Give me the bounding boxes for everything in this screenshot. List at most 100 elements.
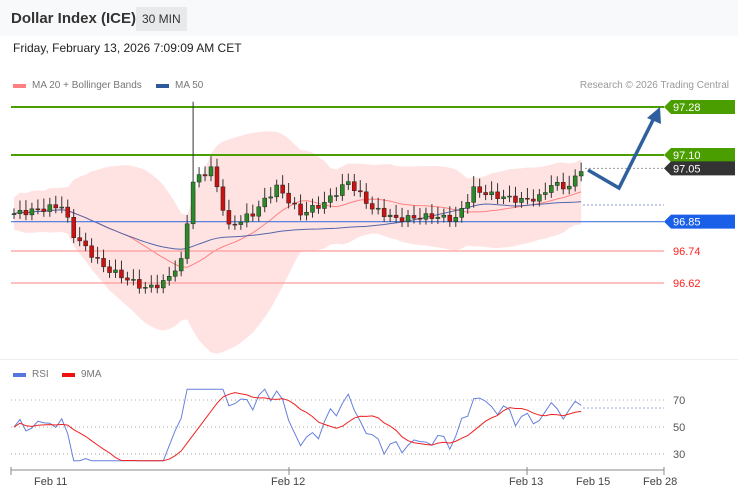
candle-body xyxy=(256,206,262,217)
candle-body xyxy=(453,217,459,222)
candle-body xyxy=(202,174,208,177)
candle-body xyxy=(292,202,297,205)
candle-body xyxy=(537,194,542,202)
candle-body xyxy=(101,258,106,268)
candle-body xyxy=(358,190,363,193)
candle-body xyxy=(250,213,256,217)
candle-body xyxy=(29,208,35,216)
candle-body xyxy=(578,171,584,177)
candle-body xyxy=(262,197,267,208)
candle-body xyxy=(566,185,572,190)
candle-body xyxy=(11,213,17,215)
candle-body xyxy=(572,175,578,187)
candle-body xyxy=(381,207,387,217)
candle-body xyxy=(322,202,327,209)
candle-body xyxy=(465,202,470,209)
level-label: 96.74 xyxy=(673,246,701,258)
candle-body xyxy=(190,181,196,225)
x-tick: Feb 12 xyxy=(271,476,306,488)
candle-body xyxy=(214,166,220,188)
candle-body xyxy=(405,215,411,222)
candle-body xyxy=(238,221,244,225)
candle-body xyxy=(501,196,506,199)
candle-body xyxy=(304,212,309,216)
candle-body xyxy=(417,217,423,220)
rsi-tick: 70 xyxy=(673,395,685,407)
candle-body xyxy=(41,208,47,212)
candle-body xyxy=(286,192,291,204)
level-label: 96.85 xyxy=(673,217,701,229)
candle-body xyxy=(423,213,429,220)
candle-body xyxy=(220,186,226,211)
candle-body xyxy=(113,269,118,273)
candle-body xyxy=(560,182,566,190)
candle-body xyxy=(17,210,23,214)
candle-body xyxy=(387,214,393,217)
candle-body xyxy=(23,210,29,216)
candle-body xyxy=(346,181,351,185)
candle-body xyxy=(226,210,232,225)
candle-body xyxy=(513,195,518,203)
x-tick: Feb 13 xyxy=(509,476,544,488)
candle-body xyxy=(375,207,381,210)
candle-body xyxy=(393,214,399,218)
candle-body xyxy=(328,195,333,203)
candle-body xyxy=(531,198,536,202)
candle-body xyxy=(274,184,279,198)
level-label: 96.62 xyxy=(673,278,701,290)
x-tick: Feb 11 xyxy=(34,476,68,488)
candle-body xyxy=(184,223,190,259)
candle-body xyxy=(83,240,88,247)
x-tick: Feb 28 xyxy=(643,476,678,488)
level-label: 97.10 xyxy=(673,150,701,162)
candle-body xyxy=(125,277,130,281)
candle-body xyxy=(340,184,345,196)
candle-body xyxy=(519,197,524,203)
candle-body xyxy=(244,213,250,223)
candle-body xyxy=(137,279,142,289)
candle-body xyxy=(47,204,53,212)
candle-body xyxy=(477,186,482,193)
candle-body xyxy=(310,205,315,213)
candle-body xyxy=(435,216,441,219)
candle-body xyxy=(459,208,464,218)
candle-body xyxy=(95,257,100,259)
bollinger-band xyxy=(14,131,582,354)
rsi-tick: 50 xyxy=(673,422,685,434)
candle-body xyxy=(65,206,70,218)
candle-body xyxy=(495,191,500,199)
candle-body xyxy=(143,287,148,289)
candle-body xyxy=(149,284,154,288)
candle-body xyxy=(447,214,453,222)
candle-body xyxy=(178,258,184,272)
level-label: 97.05 xyxy=(673,163,701,175)
candle-body xyxy=(268,196,273,199)
candle-body xyxy=(196,174,202,183)
candle-body xyxy=(35,208,41,211)
candle-body xyxy=(471,186,476,203)
candle-body xyxy=(483,192,488,196)
candle-body xyxy=(161,280,166,289)
candle-body xyxy=(363,191,369,204)
candle-body xyxy=(411,215,417,219)
level-label: 97.28 xyxy=(673,102,701,114)
price-chart[interactable]: 97.28 97.1097.05 96.85 96.74 96.62 70 50 30 xyxy=(0,0,738,500)
candle-body xyxy=(429,213,435,219)
candle-body xyxy=(525,197,530,200)
forecast-arrow xyxy=(587,115,657,191)
candle-body xyxy=(208,166,214,177)
candle-body xyxy=(172,270,178,277)
candle-body xyxy=(280,184,285,194)
candle-body xyxy=(441,214,447,218)
candle-body xyxy=(555,182,560,186)
candle-body xyxy=(543,192,548,195)
candle-body xyxy=(166,276,172,281)
candle-body xyxy=(232,223,238,226)
candle-body xyxy=(549,185,554,193)
x-tick: Feb 15 xyxy=(576,476,611,488)
candle-body xyxy=(298,203,303,216)
candle-body xyxy=(316,205,321,209)
candle-body xyxy=(489,191,494,196)
candle-body xyxy=(71,217,76,238)
rsi-tick: 30 xyxy=(673,449,685,461)
